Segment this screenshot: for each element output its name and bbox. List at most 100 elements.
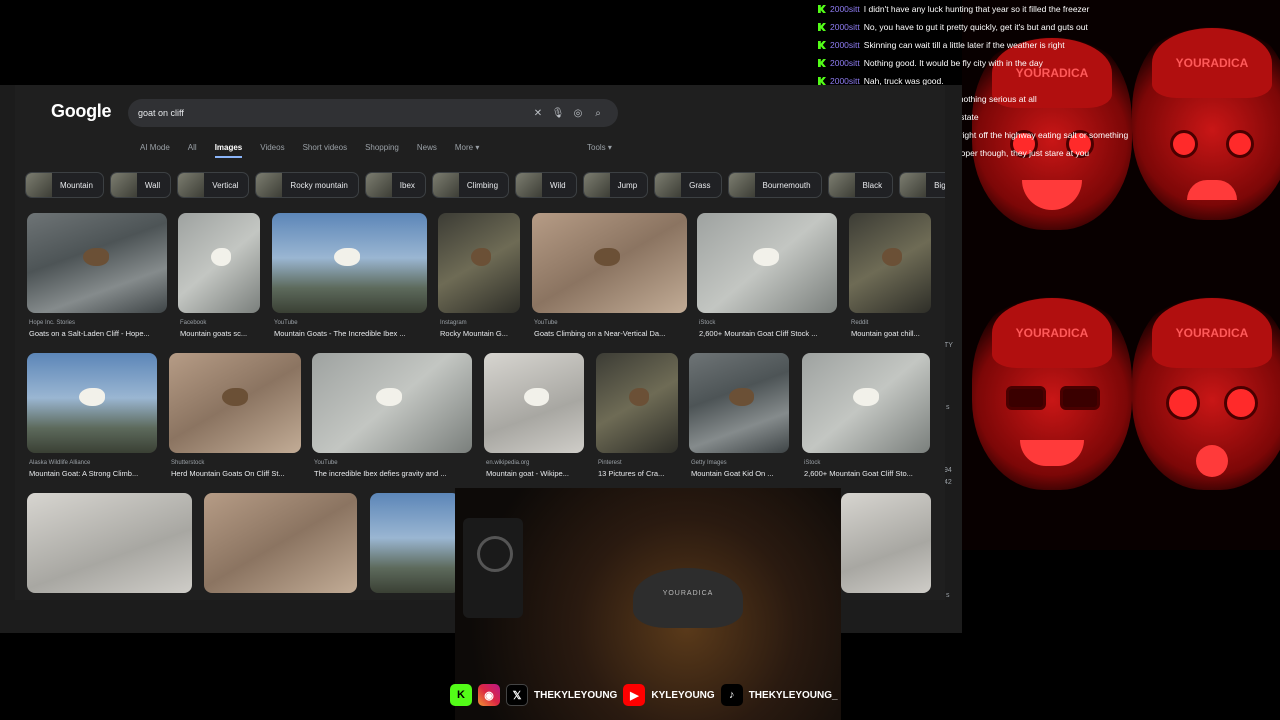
result-thumbnail[interactable] [596,353,678,453]
filter-chip[interactable]: Rocky mountain [255,172,359,198]
result-thumbnail[interactable] [204,493,357,593]
image-result[interactable]: Instagram Rocky Mountain G... [438,213,520,348]
image-result[interactable] [27,493,192,598]
image-result[interactable] [204,493,357,598]
result-source[interactable]: en.wikipedia.org [486,460,529,466]
result-caption[interactable]: Herd Mountain Goats On Cliff St... [171,469,301,478]
result-caption[interactable]: 2,600+ Mountain Goat Cliff Sto... [804,469,930,478]
tab-videos[interactable]: Videos [260,143,284,158]
chat-username: 2000sitt [830,58,860,68]
image-result[interactable]: YouTube Mountain Goats - The Incredible … [272,213,427,348]
result-source[interactable]: Facebook [180,320,206,326]
tab-all[interactable]: All [188,143,197,158]
filter-chip[interactable]: Wall [109,172,172,198]
tab-news[interactable]: News [417,143,437,158]
image-result[interactable] [370,493,460,598]
image-result[interactable]: Pinterest 13 Pictures of Cra... [596,353,678,488]
result-thumbnail[interactable] [272,213,427,313]
filter-chip[interactable]: Wild [515,172,577,198]
filter-chip[interactable]: Grass [654,172,722,198]
result-caption[interactable]: Mountain goat chill... [851,329,931,338]
result-thumbnail[interactable] [27,353,157,453]
result-thumbnail[interactable] [802,353,930,453]
result-caption[interactable]: Goats on a Salt-Laden Cliff - Hope... [29,329,167,338]
microphone-icon[interactable]: 🎙 [548,108,568,119]
tab-short-videos[interactable]: Short videos [303,143,347,158]
result-source[interactable]: iStock [699,320,715,326]
result-source[interactable]: Shutterstock [171,460,204,466]
result-thumbnail[interactable] [370,493,460,593]
chip-label: Rocky mountain [290,180,348,190]
result-source[interactable]: YouTube [274,320,298,326]
image-result[interactable]: Facebook Mountain goats sc... [178,213,260,348]
chip-thumbnail [26,173,52,197]
clear-icon[interactable]: ✕ [528,108,548,119]
result-thumbnail[interactable] [178,213,260,313]
tab-shopping[interactable]: Shopping [365,143,399,158]
result-source[interactable]: Hope Inc. Stories [29,320,75,326]
image-result[interactable]: Hope Inc. Stories Goats on a Salt-Laden … [27,213,167,348]
tab-ai-mode[interactable]: AI Mode [140,143,170,158]
chip-label: Wall [144,180,161,190]
result-source[interactable]: Alaska Wildlife Alliance [29,460,90,466]
image-result[interactable] [841,493,931,598]
result-thumbnail[interactable] [27,493,192,593]
result-thumbnail[interactable] [312,353,472,453]
result-thumbnail[interactable] [689,353,789,453]
image-result[interactable]: YouTube The incredible Ibex defies gravi… [312,353,472,488]
google-logo[interactable]: Google [51,101,112,122]
image-result[interactable]: iStock 2,600+ Mountain Goat Cliff Sto... [802,353,930,488]
filter-chip[interactable]: Ibex [364,172,426,198]
filter-chip[interactable]: Climbing [431,172,510,198]
result-thumbnail[interactable] [438,213,520,313]
image-result[interactable]: YouTube Goats Climbing on a Near-Vertica… [532,213,687,348]
search-bar[interactable]: goat on cliff ✕ 🎙 ◎ ⌕ [128,99,618,127]
result-caption[interactable]: Mountain goat - Wikipe... [486,469,584,478]
result-caption[interactable]: Mountain goats sc... [180,329,260,338]
filter-chip[interactable]: Mountain [25,172,104,198]
result-caption[interactable]: The incredible Ibex defies gravity and .… [314,469,472,478]
search-icon[interactable]: ⌕ [588,108,608,119]
result-caption[interactable]: Mountain Goat: A Strong Climb... [29,469,157,478]
result-caption[interactable]: Rocky Mountain G... [440,329,520,338]
image-result[interactable]: en.wikipedia.org Mountain goat - Wikipe.… [484,353,584,488]
result-thumbnail[interactable] [849,213,931,313]
result-source[interactable]: Instagram [440,320,467,326]
result-thumbnail[interactable] [27,213,167,313]
result-caption[interactable]: 2,600+ Mountain Goat Cliff Stock ... [699,329,837,338]
result-caption[interactable]: 13 Pictures of Cra... [598,469,678,478]
result-thumbnail[interactable] [484,353,584,453]
result-source[interactable]: YouTube [314,460,338,466]
filter-chip[interactable]: Big [899,172,945,198]
result-source[interactable]: iStock [804,460,820,466]
search-input[interactable]: goat on cliff [138,108,528,118]
result-caption[interactable]: Goats Climbing on a Near-Vertical Da... [534,329,687,338]
image-result[interactable]: Alaska Wildlife Alliance Mountain Goat: … [27,353,157,488]
tab-images[interactable]: Images [214,143,243,158]
result-caption[interactable]: Mountain Goat Kid On ... [691,469,789,478]
filter-chip[interactable]: Jump [582,172,649,198]
filter-chip[interactable]: Vertical [177,172,250,198]
chip-thumbnail [583,173,610,197]
search-tabs: AI Mode All Images Videos Short videos Shoppi… [140,143,497,158]
filter-chip[interactable]: Black [827,172,894,198]
filter-chip[interactable]: Bournemouth [727,172,822,198]
chip-label: Grass [689,180,711,190]
image-result[interactable]: Getty Images Mountain Goat Kid On ... [689,353,789,488]
image-result[interactable]: Reddit Mountain goat chill... [849,213,931,348]
result-source[interactable]: Getty Images [691,460,727,466]
result-caption[interactable]: Mountain Goats - The Incredible Ibex ... [274,329,427,338]
camera-search-icon[interactable]: ◎ [568,108,588,119]
stream-canvas: YOURADICA YOURADICA YOURADICA YOURADICA … [0,0,1280,720]
result-source[interactable]: Pinterest [598,460,622,466]
result-thumbnail[interactable] [532,213,687,313]
result-thumbnail[interactable] [169,353,301,453]
result-thumbnail[interactable] [697,213,837,313]
image-result[interactable]: Shutterstock Herd Mountain Goats On Clif… [169,353,301,488]
tab-more[interactable]: More ▾ [455,143,479,158]
tools-button[interactable]: Tools ▾ [587,143,612,152]
result-source[interactable]: Reddit [851,320,868,326]
result-thumbnail[interactable] [841,493,931,593]
result-source[interactable]: YouTube [534,320,558,326]
image-result[interactable]: iStock 2,600+ Mountain Goat Cliff Stock … [697,213,837,348]
